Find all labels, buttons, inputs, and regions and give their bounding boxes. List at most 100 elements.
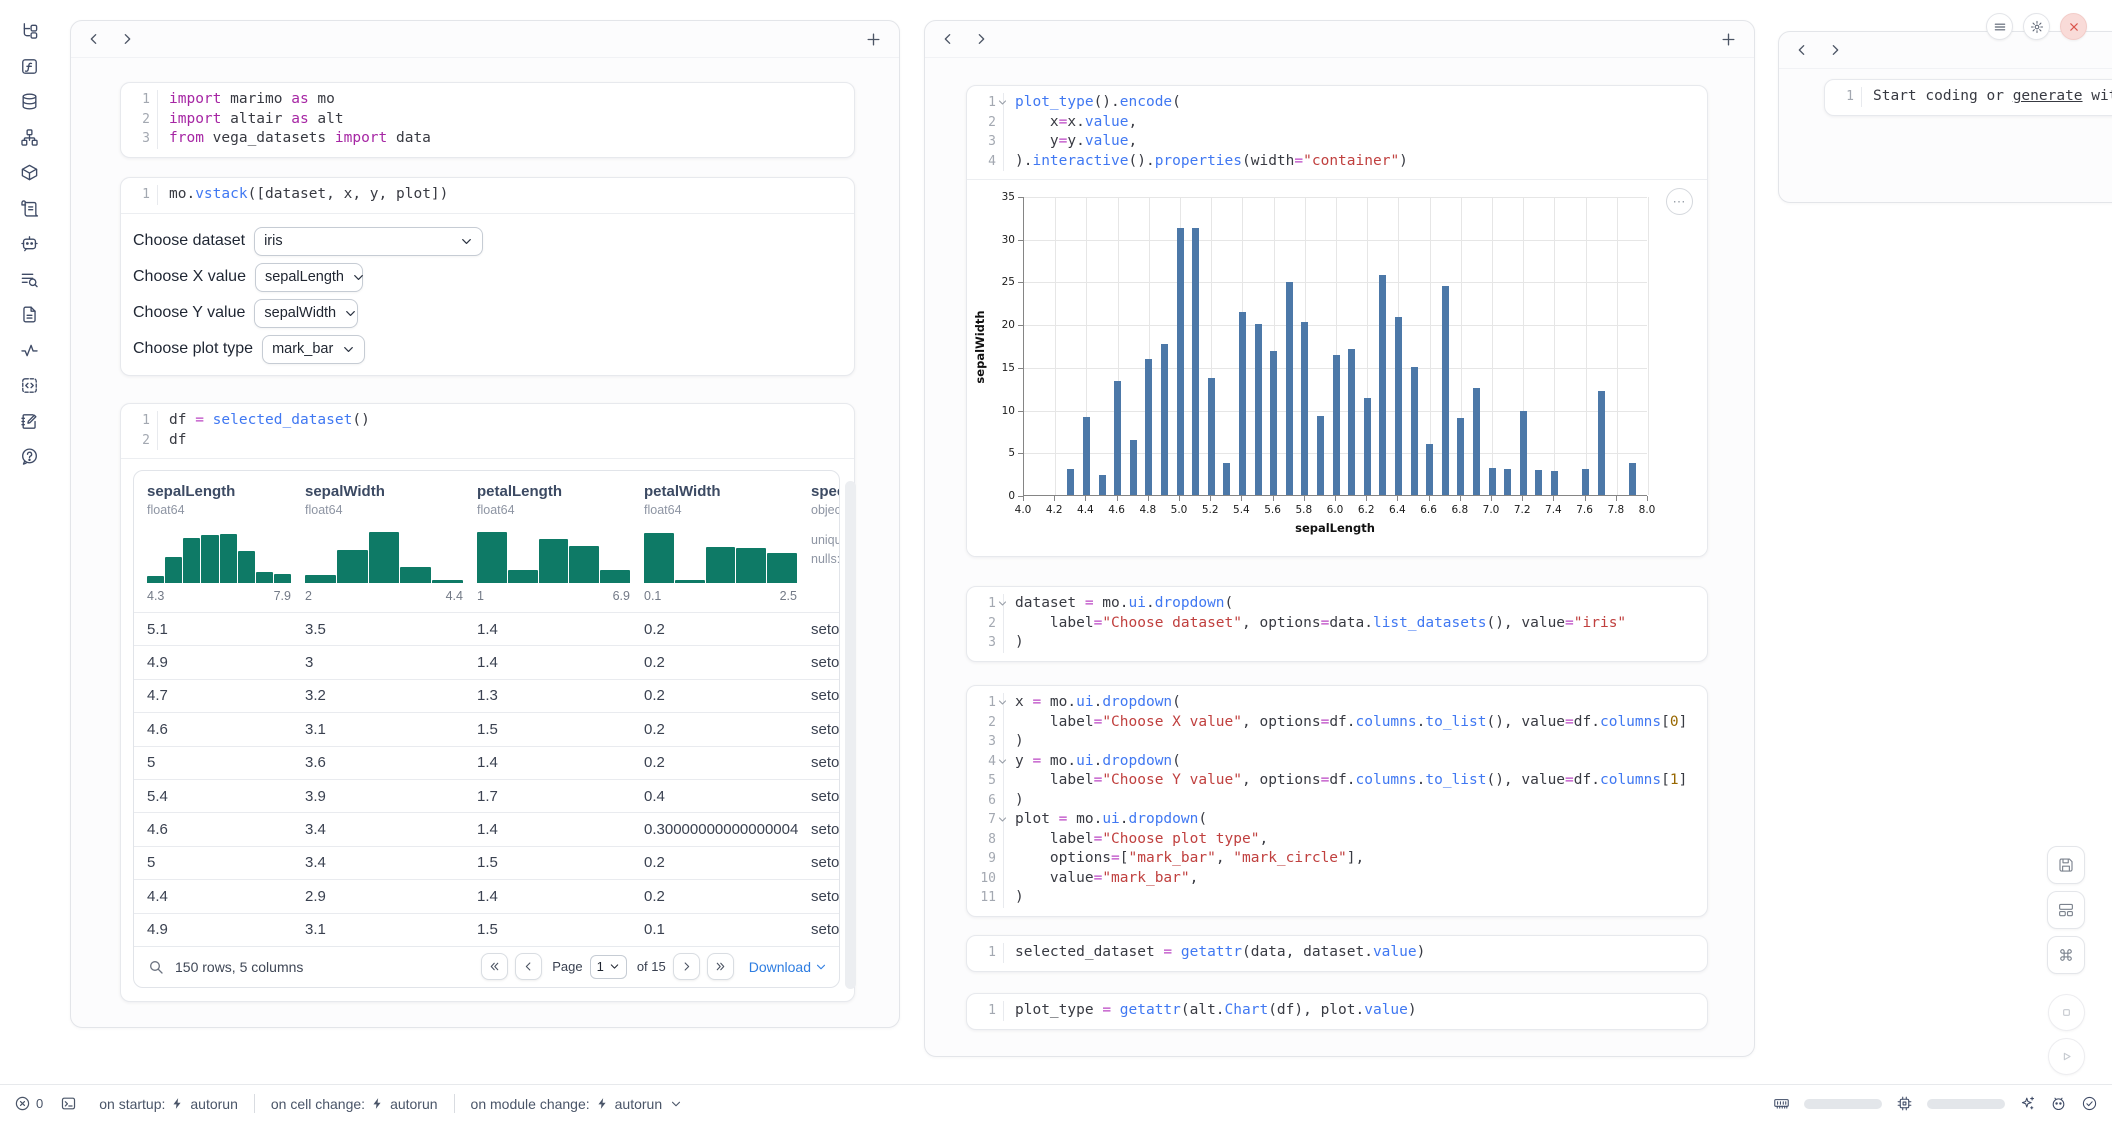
check-circle-icon[interactable] (2081, 1095, 2098, 1112)
code-line[interactable]: 2 x=x.value, (967, 113, 1707, 133)
errors-indicator[interactable] (14, 1095, 31, 1112)
shortcuts-button[interactable] (2047, 936, 2085, 974)
run-button[interactable] (2048, 1038, 2085, 1075)
code-editor[interactable]: 1dataset = mo.ui.dropdown(2 label="Choos… (967, 587, 1707, 661)
cell-scratchpad[interactable]: 1 Start coding or generate with AI (1824, 79, 2112, 116)
package-icon[interactable] (20, 163, 39, 182)
fold-caret-icon[interactable] (998, 98, 1007, 107)
prev-page-button[interactable] (515, 953, 542, 980)
code-editor[interactable]: 1selected_dataset = getattr(data, datase… (967, 936, 1707, 971)
chart-plot-area[interactable] (1023, 197, 1647, 496)
code-line[interactable]: 3) (967, 732, 1707, 752)
file-tree-icon[interactable] (20, 21, 39, 40)
chart-bar[interactable] (1208, 378, 1215, 495)
next-page-button[interactable] (673, 953, 700, 980)
altair-bar-chart[interactable]: 4.04.24.44.64.85.05.25.45.65.86.06.26.46… (967, 180, 1707, 556)
chart-bar[interactable] (1598, 391, 1605, 495)
chart-bar[interactable] (1348, 349, 1355, 495)
menu-button[interactable] (1986, 13, 2013, 40)
chart-bar[interactable] (1239, 312, 1246, 495)
code-block-icon[interactable] (20, 376, 39, 395)
x-value-select[interactable]: sepalLength (255, 263, 363, 292)
code-line[interactable]: 8 label="Choose plot type", (967, 830, 1707, 850)
cell-plot-type[interactable]: 1plot_type = getattr(alt.Chart(df), plot… (966, 993, 1708, 1030)
generate-link[interactable]: generate (2013, 88, 2083, 104)
chart-bar[interactable] (1333, 355, 1340, 495)
chevron-left-icon[interactable] (940, 31, 956, 47)
code-editor[interactable]: 1plot_type = getattr(alt.Chart(df), plot… (967, 994, 1707, 1029)
chart-bar[interactable] (1099, 475, 1106, 495)
chart-bar[interactable] (1223, 463, 1230, 495)
code-line[interactable]: 1x = mo.ui.dropdown( (967, 693, 1707, 713)
chart-bar[interactable] (1114, 381, 1121, 495)
code-line[interactable]: 1selected_dataset = getattr(data, datase… (967, 943, 1707, 963)
column-histogram[interactable] (147, 529, 291, 583)
code-line[interactable]: 9 options=["mark_bar", "mark_circle"], (967, 849, 1707, 869)
layout-button[interactable] (2047, 891, 2085, 929)
first-page-button[interactable] (481, 953, 508, 980)
chart-bar[interactable] (1520, 411, 1527, 495)
search-icon[interactable] (148, 959, 164, 975)
code-line[interactable]: 1dataset = mo.ui.dropdown( (967, 594, 1707, 614)
code-line[interactable]: 3from vega_datasets import data (121, 129, 854, 149)
table-row[interactable]: 53.61.40.2setos (134, 746, 839, 779)
cell-dataset-dropdown[interactable]: 1dataset = mo.ui.dropdown(2 label="Choos… (966, 586, 1708, 662)
terminal-button[interactable] (60, 1095, 77, 1112)
chart-bar[interactable] (1535, 470, 1542, 495)
chart-bar[interactable] (1270, 351, 1277, 495)
table-row[interactable]: 4.931.40.2setos (134, 645, 839, 678)
chart-bar[interactable] (1301, 322, 1308, 495)
code-editor[interactable]: 1plot_type().encode(2 x=x.value,3 y=y.va… (967, 86, 1707, 179)
code-line[interactable]: 1plot_type().encode( (967, 93, 1707, 113)
file-text-icon[interactable] (20, 305, 39, 324)
code-line[interactable]: 1import marimo as mo (121, 90, 854, 110)
cell-vstack[interactable]: 1mo.vstack([dataset, x, y, plot]) Choose… (120, 177, 855, 376)
database-icon[interactable] (20, 92, 39, 111)
code-line[interactable]: 2 label="Choose dataset", options=data.l… (967, 614, 1707, 634)
chart-bar[interactable] (1161, 344, 1168, 495)
code-line[interactable]: 4y = mo.ui.dropdown( (967, 752, 1707, 772)
last-page-button[interactable] (707, 953, 734, 980)
chart-bar[interactable] (1629, 463, 1636, 495)
code-line[interactable]: 4).interactive().properties(width="conta… (967, 152, 1707, 172)
code-editor[interactable]: 1df = selected_dataset()2df (121, 404, 854, 458)
chart-bar[interactable] (1255, 324, 1262, 495)
chart-bar[interactable] (1379, 275, 1386, 495)
chevron-right-icon[interactable] (119, 31, 135, 47)
code-editor[interactable]: 1mo.vstack([dataset, x, y, plot]) (121, 178, 854, 213)
stop-button[interactable] (2048, 994, 2085, 1031)
chart-bar[interactable] (1473, 388, 1480, 495)
download-button[interactable]: Download (749, 959, 827, 975)
scroll-text-icon[interactable] (20, 199, 39, 218)
chart-bar[interactable] (1395, 317, 1402, 495)
chart-bar[interactable] (1192, 228, 1199, 495)
column-histogram[interactable] (644, 529, 797, 583)
chart-bar[interactable] (1286, 282, 1293, 495)
chart-bar[interactable] (1504, 469, 1511, 495)
code-line[interactable]: 2 label="Choose X value", options=df.col… (967, 713, 1707, 733)
list-search-icon[interactable] (20, 270, 39, 289)
page-select[interactable]: 1 (590, 955, 627, 979)
table-row[interactable]: 5.13.51.40.2setos (134, 612, 839, 645)
chart-bar[interactable] (1442, 286, 1449, 495)
fold-caret-icon[interactable] (998, 599, 1007, 608)
column-header[interactable]: petalLengthfloat6416.9 (477, 483, 644, 603)
on-startup-setting[interactable]: on startup: autorun (83, 1096, 254, 1112)
column-histogram[interactable] (305, 529, 463, 583)
chart-bar[interactable] (1177, 228, 1184, 495)
table-row[interactable]: 53.41.50.2setos (134, 846, 839, 879)
cell-dataframe[interactable]: 1df = selected_dataset()2df sepalLengthf… (120, 403, 855, 1002)
dataset-select[interactable]: iris (254, 227, 483, 256)
add-cell-icon[interactable] (865, 31, 882, 48)
function-square-icon[interactable] (20, 57, 39, 76)
code-line[interactable]: 11) (967, 888, 1707, 908)
cell-imports[interactable]: 1import marimo as mo2import altair as al… (120, 82, 855, 158)
code-line[interactable]: 2import altair as alt (121, 110, 854, 130)
chart-bar[interactable] (1145, 359, 1152, 495)
code-line[interactable]: 10 value="mark_bar", (967, 869, 1707, 889)
chevron-right-icon[interactable] (1827, 42, 1843, 58)
scrollbar[interactable] (845, 481, 856, 989)
on-cell-change-setting[interactable]: on cell change: autorun (255, 1096, 454, 1112)
chart-bar[interactable] (1411, 367, 1418, 495)
code-line[interactable]: 5 label="Choose Y value", options=df.col… (967, 771, 1707, 791)
